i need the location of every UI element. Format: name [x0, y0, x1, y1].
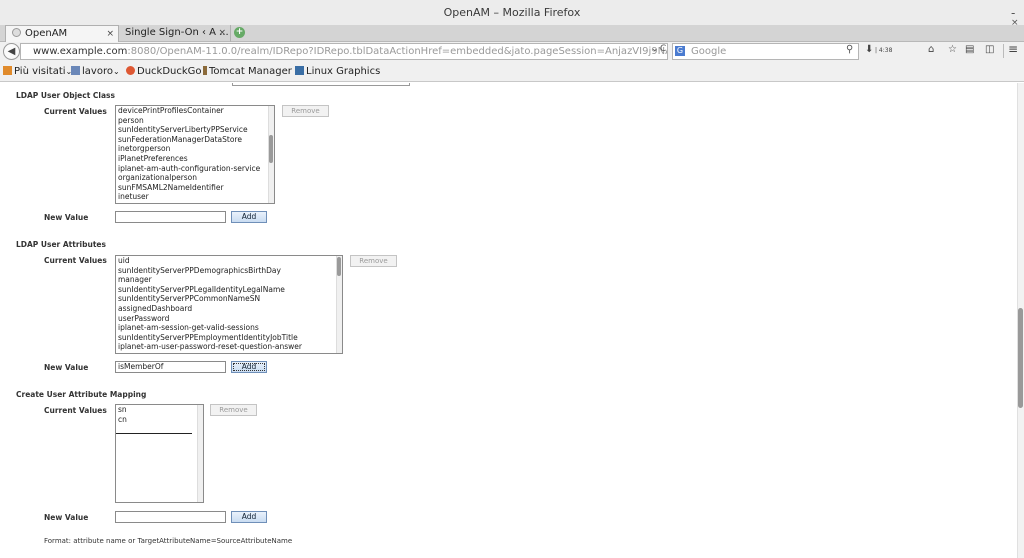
object-class-add-button[interactable]: Add [231, 211, 267, 223]
attribute-mapping-title: Create User Attribute Mapping [16, 390, 147, 399]
list-item[interactable]: iplanet-am-user-password-reset-question-… [116, 342, 342, 352]
object-class-remove-button[interactable]: Remove [282, 105, 329, 117]
list-item[interactable]: iplanet-am-auth-configuration-service [116, 164, 274, 174]
folder-icon [3, 66, 12, 75]
toolbar-divider [1003, 44, 1004, 58]
list-item[interactable]: sunFMSAML2NameIdentifier [116, 183, 274, 193]
user-attributes-add-button[interactable]: Add [231, 361, 267, 373]
list-item[interactable]: cn [116, 415, 203, 425]
list-item[interactable]: sunIdentityServerLibertyPPService [116, 125, 274, 135]
user-attributes-new-value-input[interactable]: isMemberOf [115, 361, 226, 373]
list-item[interactable]: sunFederationManagerDataStore [116, 135, 274, 145]
tab-close-icon[interactable]: × [106, 26, 114, 42]
bookmark-label: Tomcat Manager [209, 66, 292, 77]
window-titlebar: OpenAM – Mozilla Firefox [0, 0, 1024, 25]
user-attributes-listbox[interactable]: uid sunIdentityServerPPDemographicsBirth… [115, 255, 343, 354]
list-item[interactable]: person [116, 116, 274, 126]
linux-graphics-icon [295, 66, 304, 75]
search-icon[interactable]: ⚲ [846, 44, 853, 55]
bookmark-star-icon[interactable]: ☆ [948, 44, 957, 55]
object-class-new-label: New Value [44, 213, 89, 222]
list-item[interactable]: sunIdentityServerPPEmploymentIdentityJob… [116, 333, 342, 343]
attribute-mapping-current-label: Current Values [44, 406, 107, 415]
tab-close-icon[interactable]: × [218, 25, 226, 41]
chevron-down-icon: ⌄ [112, 67, 120, 76]
bookmark-tomcat-manager[interactable]: Tomcat Manager [203, 66, 292, 77]
search-engine-icon[interactable]: G [675, 46, 685, 56]
list-item[interactable]: iplanet-am-session-get-valid-sessions [116, 323, 342, 333]
list-item[interactable]: sunIdentityServerPPDemographicsBirthDay [116, 266, 342, 276]
list-item[interactable]: userPassword [116, 314, 342, 324]
bookmark-label: lavoro [82, 66, 113, 77]
attribute-mapping-listbox[interactable]: sn cn [115, 404, 204, 503]
list-item[interactable]: devicePrintProfilesContainer [116, 106, 274, 116]
object-class-listbox[interactable]: devicePrintProfilesContainer person sunI… [115, 105, 275, 204]
user-attributes-remove-button[interactable]: Remove [350, 255, 397, 267]
list-divider [116, 424, 192, 434]
attribute-mapping-new-value-input[interactable] [115, 511, 226, 523]
page-scrollbar-thumb[interactable] [1018, 308, 1023, 408]
object-class-new-value-input[interactable] [115, 211, 226, 223]
url-bar[interactable]: www.example.com:8080/OpenAM-11.0.0/realm… [20, 43, 668, 60]
hamburger-menu-icon[interactable]: ≡ [1008, 42, 1018, 56]
url-path: :8080/OpenAM-11.0.0/realm/IDRepo?IDRepo.… [127, 46, 668, 57]
bookmark-label: DuckDuckGo [137, 66, 202, 77]
bookmark-label: Più visitati [14, 66, 66, 77]
url-history-dropdown-icon[interactable]: ⌄ [651, 44, 659, 54]
tab-openam[interactable]: OpenAM × [5, 25, 119, 42]
listbox-scrollbar-thumb[interactable] [269, 135, 273, 163]
pocket-icon[interactable]: ◫ [985, 44, 994, 55]
url-host: www.example.com [33, 46, 128, 57]
user-attributes-new-label: New Value [44, 363, 89, 372]
tomcat-icon [203, 66, 207, 75]
list-item[interactable]: assignedDashboard [116, 304, 342, 314]
object-class-current-label: Current Values [44, 107, 107, 116]
home-icon[interactable]: ⌂ [928, 44, 934, 55]
attribute-mapping-format-hint: Format: attribute name or TargetAttribut… [44, 537, 293, 545]
list-item[interactable]: sunIdentityServerPPCommonNameSN [116, 294, 342, 304]
attribute-mapping-remove-button[interactable]: Remove [210, 404, 257, 416]
ldap-user-attributes-title: LDAP User Attributes [16, 240, 106, 249]
bookmark-duckduckgo[interactable]: DuckDuckGo [126, 66, 202, 77]
back-button[interactable]: ◀ [3, 43, 20, 60]
bookmark-most-visited[interactable]: Più visitati⌄ [3, 66, 72, 77]
listbox-scrollbar-thumb[interactable] [337, 257, 341, 276]
bookmark-label: Linux Graphics [306, 66, 381, 77]
tab-label: Single Sign-On ‹ A ... [125, 27, 229, 38]
bookmarks-menu-icon[interactable]: ▤ [965, 44, 974, 55]
tab-single-sign-on[interactable]: Single Sign-On ‹ A ... × [119, 25, 231, 42]
previous-field-box [232, 83, 410, 86]
window-title: OpenAM – Mozilla Firefox [443, 6, 581, 19]
list-item[interactable]: sunIdentityServerPPLegalIdentityLegalNam… [116, 285, 342, 295]
folder-icon [71, 66, 80, 75]
listbox-scrollbar[interactable] [197, 405, 203, 502]
attribute-mapping-new-label: New Value [44, 513, 89, 522]
duckduckgo-icon [126, 66, 135, 75]
download-icon[interactable]: ⬇ [865, 44, 873, 55]
list-item[interactable]: manager [116, 275, 342, 285]
list-item[interactable]: sn [116, 405, 203, 415]
tab-label: OpenAM [25, 28, 68, 39]
openam-favicon-icon [12, 28, 21, 37]
list-item[interactable]: uid [116, 256, 342, 266]
new-tab-icon[interactable]: + [234, 27, 245, 38]
download-status: | 4:38 [875, 47, 893, 54]
list-item[interactable]: inetorgperson [116, 144, 274, 154]
bookmark-lavoro[interactable]: lavoro⌄ [71, 66, 120, 77]
search-input[interactable]: Google [672, 43, 859, 60]
ldap-object-class-title: LDAP User Object Class [16, 91, 115, 100]
attribute-mapping-add-button[interactable]: Add [231, 511, 267, 523]
user-attributes-current-label: Current Values [44, 256, 107, 265]
reload-icon[interactable]: C [660, 44, 666, 54]
list-item[interactable]: iPlanetPreferences [116, 154, 274, 164]
bookmark-linux-graphics[interactable]: Linux Graphics [295, 66, 380, 77]
list-item[interactable]: organizationalperson [116, 173, 274, 183]
list-item[interactable]: inetuser [116, 192, 274, 202]
